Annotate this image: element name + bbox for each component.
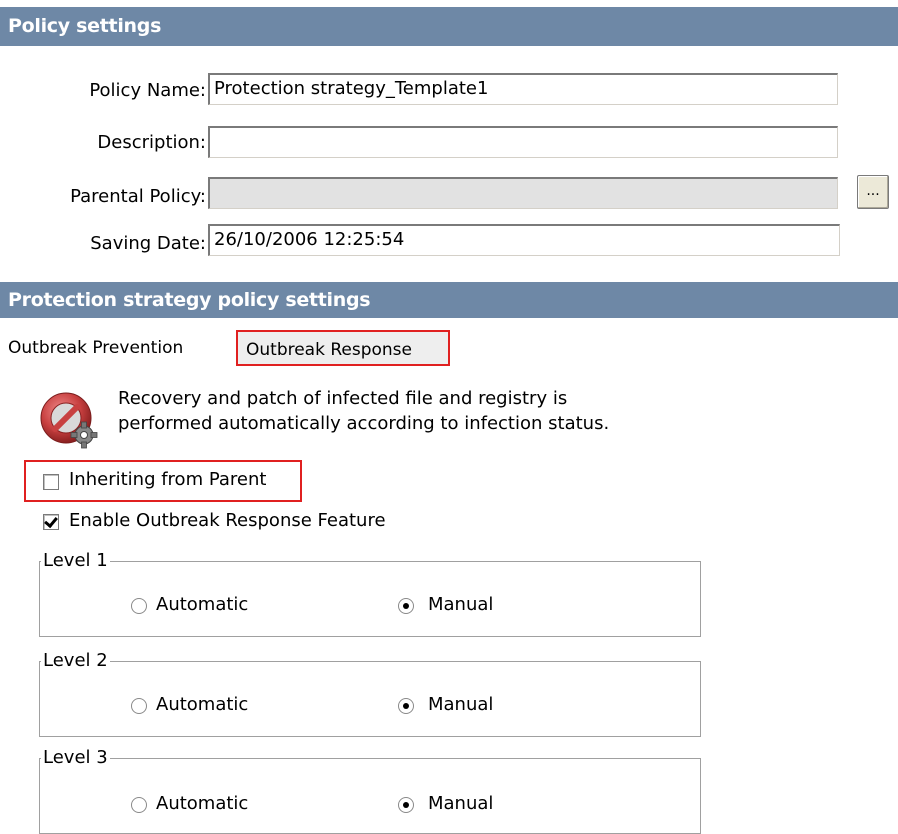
- level-2-group: Level 2 Automatic Manual: [39, 651, 701, 737]
- level-3-group: Level 3 Automatic Manual: [39, 748, 701, 834]
- saving-date-label: Saving Date:: [90, 233, 206, 254]
- browse-parent-button[interactable]: ...: [857, 175, 889, 209]
- no-entry-gear-icon: [38, 390, 102, 454]
- level-1-legend: Level 1: [41, 550, 110, 571]
- parental-policy-label: Parental Policy:: [70, 186, 206, 207]
- level-3-automatic-radio[interactable]: [131, 797, 147, 813]
- enable-outbreak-response-label: Enable Outbreak Response Feature: [69, 510, 386, 531]
- level-3-manual-label: Manual: [428, 793, 494, 814]
- level-2-manual-label: Manual: [428, 694, 494, 715]
- description-field[interactable]: [208, 126, 838, 158]
- description-line-1: Recovery and patch of infected file and …: [118, 388, 568, 409]
- outbreak-response-description: Recovery and patch of infected file and …: [118, 386, 609, 436]
- tab-outbreak-response[interactable]: Outbreak Response: [236, 330, 450, 366]
- level-1-automatic-radio[interactable]: [131, 598, 147, 614]
- enable-outbreak-response-checkbox[interactable]: [43, 514, 59, 530]
- level-3-legend: Level 3: [41, 747, 110, 768]
- parental-policy-field: [208, 177, 838, 209]
- level-2-manual-radio[interactable]: [398, 698, 414, 714]
- level-3-manual-radio[interactable]: [398, 797, 414, 813]
- policy-settings-header: Policy settings: [0, 7, 898, 46]
- description-label: Description:: [97, 132, 206, 153]
- level-1-group: Level 1 Automatic Manual: [39, 551, 701, 637]
- level-1-automatic-label: Automatic: [156, 594, 249, 615]
- level-2-automatic-radio[interactable]: [131, 698, 147, 714]
- strategy-settings-header: Protection strategy policy settings: [0, 282, 898, 318]
- policy-name-field[interactable]: Protection strategy_Template1: [208, 73, 838, 105]
- policy-name-label: Policy Name:: [89, 80, 206, 101]
- level-1-manual-radio[interactable]: [398, 598, 414, 614]
- description-line-2: performed automatically according to inf…: [118, 413, 610, 434]
- inherit-label: Inheriting from Parent: [69, 469, 267, 490]
- inherit-checkbox[interactable]: [43, 474, 59, 490]
- level-1-manual-label: Manual: [428, 594, 494, 615]
- level-2-legend: Level 2: [41, 650, 110, 671]
- level-3-automatic-label: Automatic: [156, 793, 249, 814]
- level-2-automatic-label: Automatic: [156, 694, 249, 715]
- tab-outbreak-prevention[interactable]: Outbreak Prevention: [8, 330, 183, 366]
- saving-date-field[interactable]: 26/10/2006 12:25:54: [208, 224, 840, 256]
